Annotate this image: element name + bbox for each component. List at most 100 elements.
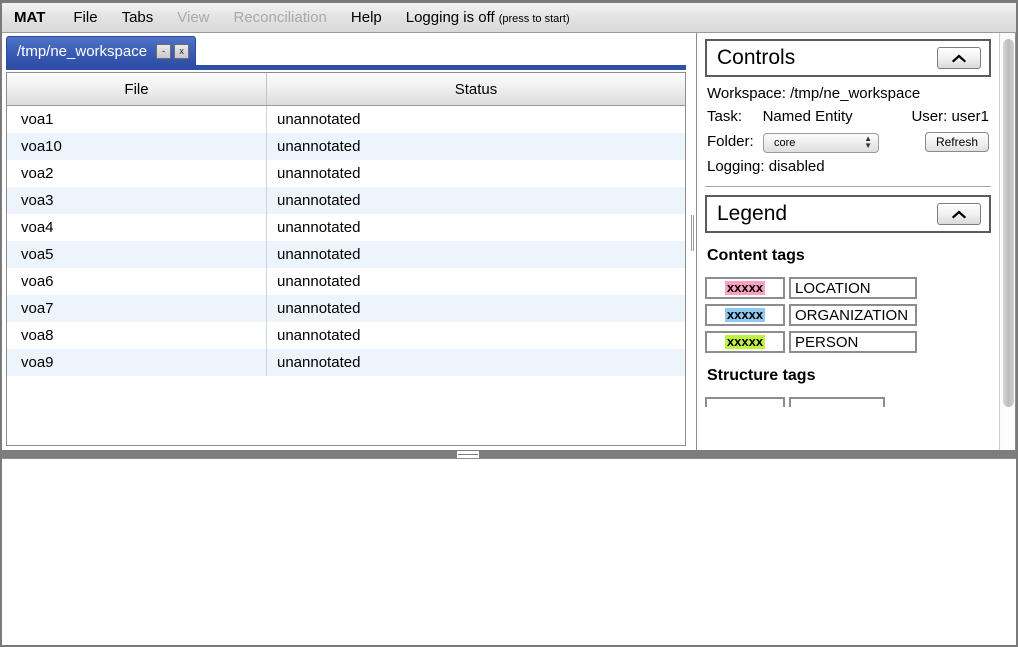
cell-file: voa2: [7, 160, 267, 187]
table-row[interactable]: voa5 unannotated: [7, 241, 685, 268]
menu-bar: MAT File Tabs View Reconciliation Help L…: [2, 3, 1016, 33]
document-pane: [2, 458, 1016, 645]
logging-hint-text: (press to start): [498, 13, 570, 25]
task-value: Named Entity: [762, 108, 853, 125]
table-row[interactable]: voa10 unannotated: [7, 133, 685, 160]
cell-status: unannotated: [266, 214, 685, 241]
legend-swatch-box: xxxxx: [705, 331, 785, 353]
cell-file: voa4: [7, 214, 267, 241]
horizontal-splitter[interactable]: [2, 450, 1016, 458]
table-row[interactable]: voa1 unannotated: [7, 105, 685, 133]
legend-panel-header: Legend: [705, 195, 991, 233]
legend-tag-name: [789, 397, 885, 407]
menu-item-file[interactable]: File: [73, 9, 97, 26]
cell-file: voa10: [7, 133, 267, 160]
tab-close-button[interactable]: x: [174, 44, 190, 59]
cell-file: voa5: [7, 241, 267, 268]
cell-status: unannotated: [266, 187, 685, 214]
side-panel-scrollbar[interactable]: [999, 33, 1015, 450]
splitter-grip-icon: [457, 451, 479, 458]
legend-item-organization[interactable]: xxxxx ORGANIZATION: [705, 304, 991, 326]
tab-ne-workspace[interactable]: /tmp/ne_workspace - x: [6, 36, 197, 66]
controls-panel-header: Controls: [705, 39, 991, 77]
menu-item-tabs[interactable]: Tabs: [122, 9, 154, 26]
folder-row: Folder: core ▲ ▼ Refresh: [707, 130, 989, 153]
workspace-pane: /tmp/ne_workspace - x File Status voa1u: [2, 33, 690, 450]
legend-swatch-box: xxxxx: [705, 304, 785, 326]
panel-divider: [705, 186, 991, 187]
legend-item-person[interactable]: xxxxx PERSON: [705, 331, 991, 353]
table-row[interactable]: voa8 unannotated: [7, 322, 685, 349]
cell-status: unannotated: [266, 160, 685, 187]
table-header-row: File Status: [7, 73, 685, 106]
logging-value: disabled: [768, 158, 825, 175]
legend-collapse-button[interactable]: [937, 203, 981, 225]
tab-strip: /tmp/ne_workspace - x: [2, 33, 690, 72]
table-row[interactable]: voa6 unannotated: [7, 268, 685, 295]
legend-color-swatch: xxxxx: [724, 307, 766, 322]
task-row: Task: Named Entity User: user1: [707, 105, 989, 128]
cell-status: unannotated: [266, 133, 685, 160]
user-label: User:: [911, 108, 948, 125]
menu-item-help[interactable]: Help: [351, 9, 382, 26]
controls-panel-body: Workspace: /tmp/ne_workspace Task: Named…: [705, 77, 991, 178]
legend-color-swatch: xxxxx: [724, 334, 766, 349]
side-panel-content: Controls Workspace: /tmp/ne_workspace Ta…: [697, 33, 999, 450]
file-table-container: File Status voa1 unannotated voa10 unannot…: [6, 72, 686, 446]
cell-status: unannotated: [266, 322, 685, 349]
content-tags-title: Content tags: [707, 247, 805, 264]
legend-item-location[interactable]: xxxxx LOCATION: [705, 277, 991, 299]
cell-file: voa1: [7, 105, 267, 133]
cell-file: voa8: [7, 322, 267, 349]
scrollbar-thumb[interactable]: [1003, 39, 1014, 407]
chevron-up-icon: [952, 210, 966, 219]
cell-status: unannotated: [266, 295, 685, 322]
table-row[interactable]: voa9 unannotated: [7, 349, 685, 376]
tab-minimize-button[interactable]: -: [156, 44, 172, 59]
folder-label: Folder:: [707, 133, 754, 150]
table-empty-space: [7, 376, 685, 445]
table-row[interactable]: voa3 unannotated: [7, 187, 685, 214]
structure-tags-list: [705, 397, 991, 407]
legend-panel-title: Legend: [717, 202, 788, 225]
logging-row: Logging: disabled: [707, 155, 989, 178]
legend-tag-name: LOCATION: [789, 277, 917, 299]
application-window: MAT File Tabs View Reconciliation Help L…: [0, 0, 1018, 647]
menu-item-view: View: [177, 9, 210, 26]
cell-file: voa3: [7, 187, 267, 214]
content-tags-list: xxxxx LOCATION xxxxx ORGANIZATION xxxxx: [705, 277, 991, 353]
controls-collapse-button[interactable]: [937, 47, 981, 69]
cell-status: unannotated: [266, 105, 685, 133]
user-value: user1: [951, 108, 989, 125]
legend-tag-name: PERSON: [789, 331, 917, 353]
cell-file: voa6: [7, 268, 267, 295]
logging-status-text: Logging is off: [405, 9, 495, 26]
workspace-label: Workspace:: [707, 85, 786, 102]
controls-panel-title: Controls: [717, 46, 796, 69]
table-row[interactable]: voa4 unannotated: [7, 214, 685, 241]
top-split-area: /tmp/ne_workspace - x File Status voa1u: [2, 33, 1016, 450]
logging-toggle[interactable]: Logging is off (press to start): [406, 9, 570, 26]
tab-label: /tmp/ne_workspace: [17, 43, 148, 60]
folder-select[interactable]: core: [763, 133, 879, 153]
menu-item-mat[interactable]: MAT: [14, 9, 45, 26]
logging-label: Logging:: [707, 158, 765, 175]
cell-status: unannotated: [266, 241, 685, 268]
table-row[interactable]: voa2 unannotated: [7, 160, 685, 187]
cell-file: voa9: [7, 349, 267, 376]
workspace-value: /tmp/ne_workspace: [790, 85, 921, 102]
column-header-status[interactable]: Status: [266, 73, 685, 106]
column-header-file[interactable]: File: [7, 73, 267, 106]
table-row[interactable]: voa7 unannotated: [7, 295, 685, 322]
legend-tag-name: ORGANIZATION: [789, 304, 917, 326]
file-table: File Status voa1 unannotated voa10 unannot…: [7, 73, 685, 376]
refresh-button[interactable]: Refresh: [924, 131, 989, 152]
legend-swatch-box: [705, 397, 785, 407]
cell-file: voa7: [7, 295, 267, 322]
menu-item-reconciliation: Reconciliation: [233, 9, 327, 26]
task-label: Task:: [707, 108, 743, 125]
splitter-grip-icon: [691, 215, 695, 251]
side-panel: Controls Workspace: /tmp/ne_workspace Ta…: [696, 33, 1016, 450]
folder-select-wrap: core ▲ ▼: [763, 130, 879, 153]
legend-item-structure[interactable]: [705, 397, 991, 407]
